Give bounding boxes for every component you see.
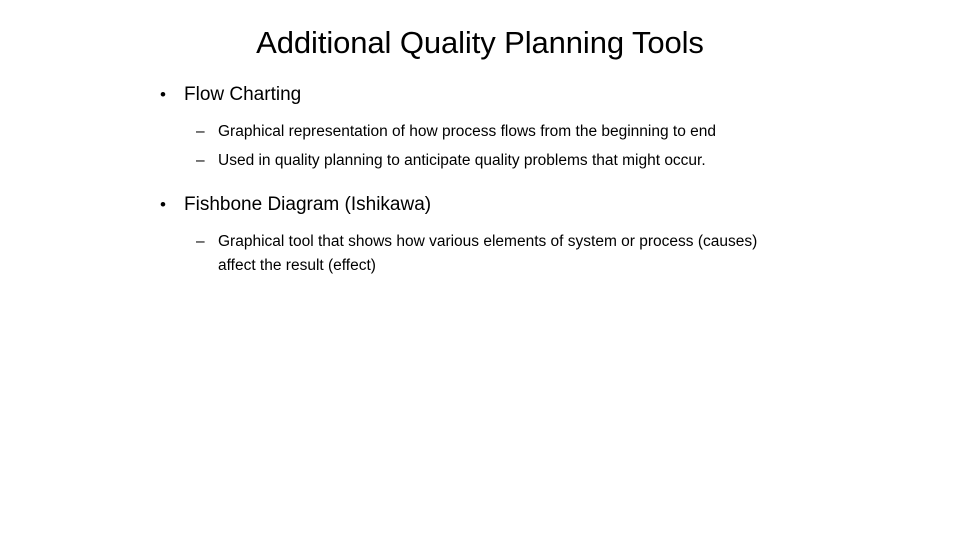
bullet-dash-icon: –	[196, 152, 205, 169]
slide: Additional Quality Planning Tools • Flow…	[0, 0, 960, 540]
slide-body: • Flow Charting – Graphical representati…	[160, 82, 800, 278]
sub-bullet-item: – Graphical representation of how proces…	[196, 120, 800, 144]
bullet-item-fishbone-diagram: • Fishbone Diagram (Ishikawa)	[160, 192, 800, 218]
sub-bullet-label: Used in quality planning to anticipate q…	[218, 152, 706, 169]
bullet-dot-icon: •	[160, 195, 166, 214]
bullet-item-label: Flow Charting	[184, 84, 302, 105]
bullet-item-label: Fishbone Diagram (Ishikawa)	[184, 194, 432, 215]
bullet-dash-icon: –	[196, 233, 205, 250]
page-title: Additional Quality Planning Tools	[256, 25, 704, 60]
bullet-item-flow-charting: • Flow Charting	[160, 82, 800, 108]
sub-bullet-label: Graphical representation of how process …	[218, 123, 717, 140]
bullet-dash-icon: –	[196, 123, 205, 140]
sub-bullet-label: Graphical tool that shows how various el…	[218, 233, 758, 274]
sub-bullet-item: – Graphical tool that shows how various …	[196, 230, 800, 278]
bullet-dot-icon: •	[160, 85, 166, 104]
sub-bullet-item: – Used in quality planning to anticipate…	[196, 149, 800, 173]
